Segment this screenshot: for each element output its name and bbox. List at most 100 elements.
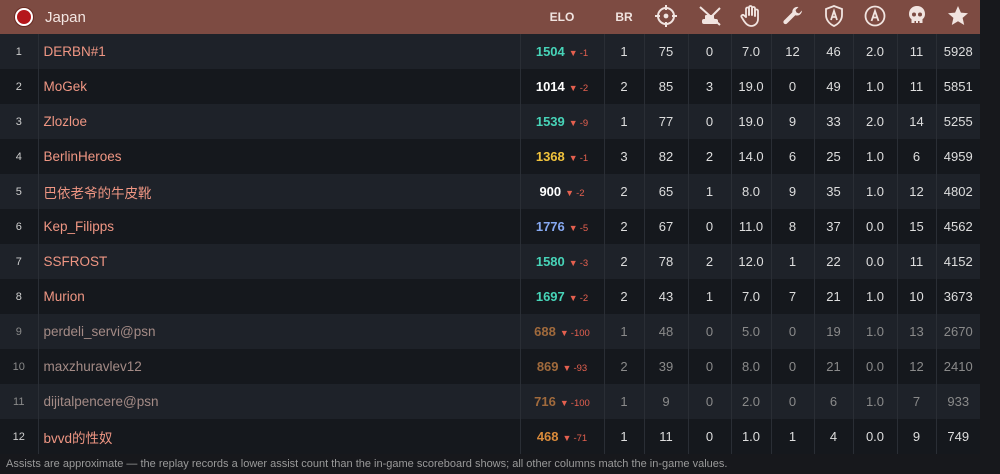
row-number: 12 [12,430,25,443]
player-name: Zlozloe [37,104,520,139]
repair-value: 0 [770,349,814,384]
scoreboard-table: Japan ELO BR 1 DERBN#1 1504 ▼ -1 1 75 0 … [0,0,1000,454]
repair-value: 0 [770,314,814,349]
circle-a-value: 0.0 [852,349,897,384]
player-row[interactable]: 11 dijitalpencere@psn 716 ▼ -100 1 9 0 2.0 0 6 1.0 7… [0,384,1000,419]
deaths-value: 11 [896,34,936,69]
player-name: perdeli_servi@psn [37,314,520,349]
circle-a-value: 0.0 [852,209,897,244]
deaths-value: 6 [896,139,936,174]
column-header-shield[interactable] [814,0,853,34]
footnote: Assists are approximate — the replay rec… [6,458,728,470]
shield-value: 21 [813,279,853,314]
kills-value: 82 [643,139,688,174]
ground-kills-value: 0 [687,384,731,419]
elo-value: 716 [534,394,556,409]
header-row: Japan ELO BR [0,0,1000,34]
player-row[interactable]: 1 DERBN#1 1504 ▼ -1 1 75 0 7.0 12 46 2.0 11 5928 [0,34,1000,69]
column-header-br[interactable]: BR [604,0,644,34]
player-name: maxzhuravlev12 [37,349,520,384]
player-row[interactable]: 3 Zlozloe 1539 ▼ -9 1 77 0 19.0 9 33 2.0 14 5255 [0,104,1000,139]
ground-kills-icon [697,3,723,29]
ground-kills-value: 2 [687,244,731,279]
column-header-repair[interactable] [771,0,814,34]
player-row[interactable]: 2 MoGek 1014 ▼ -2 2 85 3 19.0 0 49 1.0 11 5851 [0,69,1000,104]
player-row[interactable]: 4 BerlinHeroes 1368 ▼ -1 3 82 2 14.0 6 25 1.0 6 4959 [0,139,1000,174]
team-name: Japan [45,8,86,26]
repair-value: 9 [770,174,814,209]
deaths-value: 11 [896,69,936,104]
column-header-deaths[interactable] [897,0,936,34]
elo-delta: -100 [570,398,590,409]
assists-value: 19.0 [730,104,771,139]
column-header-ground-kills[interactable] [688,0,731,34]
ground-kills-value: 0 [687,419,731,454]
elo-down-arrow-icon: ▼ [568,293,578,303]
elo-delta: -71 [573,433,588,444]
score-value: 5255 [935,104,980,139]
kills-value: 67 [643,209,688,244]
repair-value: 0 [770,69,814,104]
player-name: BerlinHeroes [37,139,520,174]
circle-a-value: 1.0 [852,384,897,419]
player-name: Kep_Filipps [37,209,520,244]
player-row[interactable]: 12 bvvd的性奴 468 ▼ -71 1 11 0 1.0 1 4 0.0 9 749 [0,419,1000,454]
deaths-value: 13 [896,314,936,349]
row-number: 9 [15,325,22,338]
player-row[interactable]: 7 SSFROST 1580 ▼ -3 2 78 2 12.0 1 22 0.0 11 4152 [0,244,1000,279]
player-row[interactable]: 5 巴依老爷的牛皮靴 900 ▼ -2 2 65 1 8.0 9 35 1.0 12 4802 [0,174,1000,209]
ground-kills-value: 1 [687,279,731,314]
repair-value: 1 [770,419,814,454]
column-header-circle-a[interactable] [853,0,897,34]
elo-down-arrow-icon: ▼ [559,328,569,338]
repair-value: 6 [770,139,814,174]
kills-value: 78 [643,244,688,279]
assists-value: 12.0 [730,244,771,279]
score-value: 3673 [935,279,980,314]
elo-delta: -9 [579,118,589,129]
ground-kills-value: 0 [687,314,731,349]
column-header-assists[interactable] [731,0,771,34]
score-value: 4959 [935,139,980,174]
ground-kills-value: 0 [687,34,731,69]
column-header-kills[interactable] [644,0,688,34]
elo-value: 1539 [535,114,565,129]
kills-value: 9 [643,384,688,419]
elo-value: 1368 [535,149,565,164]
repair-value: 1 [770,244,814,279]
elo-down-arrow-icon: ▼ [565,188,575,198]
battle-rating: 1 [603,104,644,139]
ground-kills-value: 1 [687,174,731,209]
elo-cell: 869 ▼ -93 [519,349,604,384]
column-header-score[interactable] [936,0,980,34]
elo-value: 468 [536,429,559,444]
score-value: 4562 [935,209,980,244]
elo-cell: 1697 ▼ -2 [519,279,604,314]
player-name: bvvd的性奴 [37,419,520,454]
elo-value: 688 [534,324,556,339]
wrench-icon [780,3,806,29]
elo-down-arrow-icon: ▼ [559,398,569,408]
assists-value: 19.0 [730,69,771,104]
crosshair-icon [653,3,679,29]
circle-a-value: 1.0 [852,174,897,209]
player-row[interactable]: 9 perdeli_servi@psn 688 ▼ -100 1 48 0 5.0 0 19 1.0 1… [0,314,1000,349]
star-icon [945,3,971,29]
score-value: 4802 [935,174,980,209]
kills-value: 75 [643,34,688,69]
player-row[interactable]: 8 Murion 1697 ▼ -2 2 43 1 7.0 7 21 1.0 10 3673 [0,279,1000,314]
player-row[interactable]: 10 maxzhuravlev12 869 ▼ -93 2 39 0 8.0 0 21 0.0 12 24… [0,349,1000,384]
column-header-elo[interactable]: ELO [520,0,604,34]
elo-cell: 468 ▼ -71 [519,419,604,454]
deaths-value: 15 [896,209,936,244]
shield-value: 21 [813,349,853,384]
battle-rating: 2 [603,279,644,314]
row-number: 8 [15,290,22,303]
elo-cell: 688 ▼ -100 [519,314,604,349]
elo-delta: -2 [579,293,589,304]
player-row[interactable]: 6 Kep_Filipps 1776 ▼ -5 2 67 0 11.0 8 37 0.0 15 4562 [0,209,1000,244]
elo-down-arrow-icon: ▼ [562,363,572,373]
circle-a-value: 1.0 [852,314,897,349]
shield-value: 25 [813,139,853,174]
elo-value: 1776 [535,219,565,234]
